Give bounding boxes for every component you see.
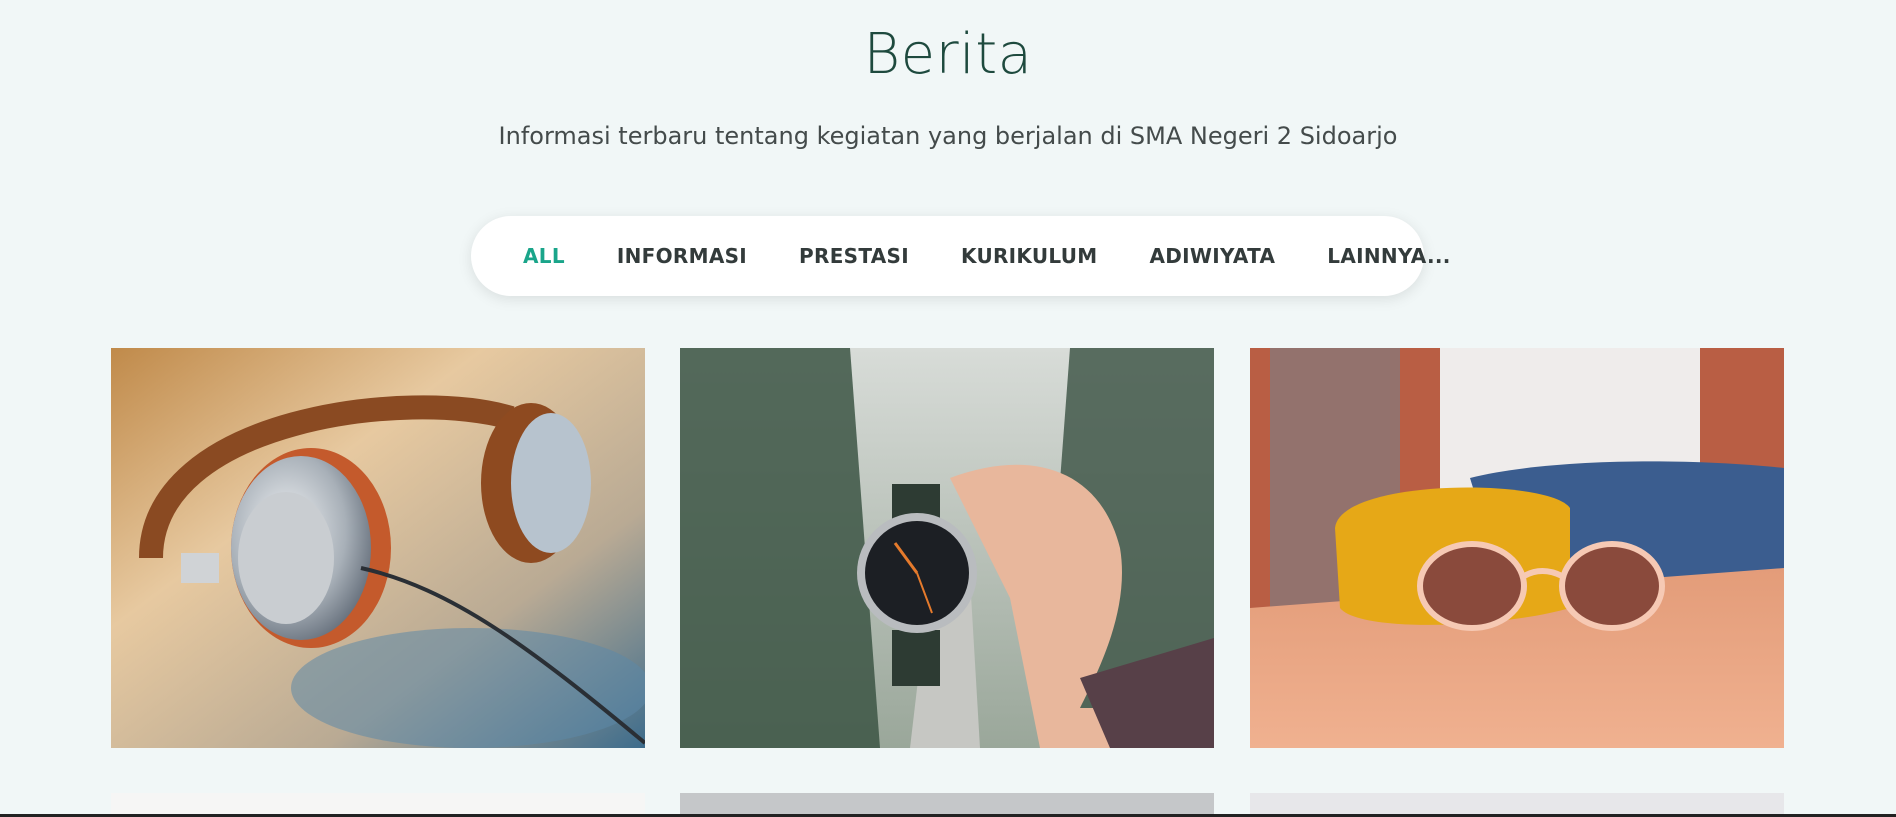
filter-all[interactable]: ALL <box>523 244 565 268</box>
page-subtitle: Informasi terbaru tentang kegiatan yang … <box>498 122 1398 150</box>
headphones-photo <box>111 348 645 748</box>
filter-adiwiyata[interactable]: ADIWIYATA <box>1150 244 1276 268</box>
filter-prestasi[interactable]: PRESTASI <box>799 244 909 268</box>
filter-lainnya[interactable]: LAINNYA... <box>1327 244 1450 268</box>
gallery-item-sunglasses[interactable] <box>1250 348 1784 748</box>
page-title: Berita <box>863 22 1033 87</box>
category-filter-bar: ALL INFORMASI PRESTASI KURIKULUM ADIWIYA… <box>471 216 1450 296</box>
filter-informasi[interactable]: INFORMASI <box>617 244 747 268</box>
wristwatch-photo <box>680 348 1214 748</box>
filter-kurikulum[interactable]: KURIKULUM <box>961 244 1098 268</box>
gallery-item-headphones[interactable] <box>111 348 645 748</box>
gallery-item-wristwatch[interactable] <box>680 348 1214 748</box>
sunglasses-photo <box>1250 348 1784 748</box>
